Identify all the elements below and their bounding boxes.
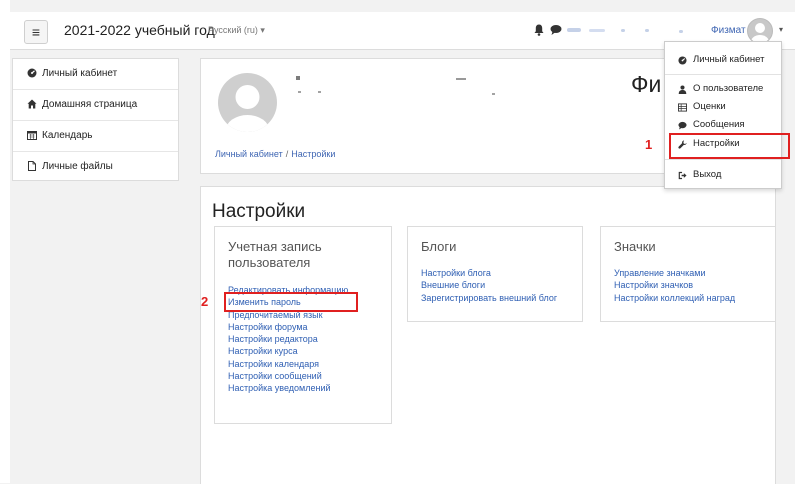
link-forum-preferences[interactable]: Настройки форума [228,321,348,333]
grades-table-icon [678,103,687,112]
link-notification-preferences[interactable]: Настройка уведомлений [228,382,348,394]
section-title: Значки [614,239,656,254]
avatar-silhouette-icon [225,85,270,132]
blurred-profile-name [296,76,495,95]
language-selector[interactable]: Русский (ru) ▾ [208,25,265,36]
left-margin-strip [0,0,10,483]
menu-item-messages[interactable]: Сообщения [665,118,781,133]
menu-item-profile[interactable]: О пользователе [665,82,781,97]
home-icon [27,99,37,109]
link-editor-preferences[interactable]: Настройки редактора [228,333,348,345]
annotation-number-2: 2 [201,294,209,309]
badges-links-list: Управление значками Настройки значков На… [614,267,735,304]
breadcrumb-home-link[interactable]: Личный кабинет [215,149,283,159]
user-dropdown-menu: Личный кабинет О пользователе Оценки Соо… [664,41,782,189]
drawer-item-dashboard[interactable]: Личный кабинет [13,59,178,90]
blogs-links-list: Настройки блога Внешние блоги Зарегистри… [421,267,557,304]
link-manage-badges[interactable]: Управление значками [614,267,735,279]
drawer-item-label: Домашняя страница [42,99,138,110]
profile-name-heading: Фи [631,71,662,97]
hamburger-menu-button[interactable]: ≡ [24,20,48,44]
menu-item-label: О пользователе [693,83,764,94]
page-title: Настройки [212,201,306,222]
highlight-box-preferences [669,133,790,159]
link-backpack-settings[interactable]: Настройки коллекций наград [614,292,735,304]
user-menu-caret[interactable]: ▾ [779,25,783,34]
link-blog-preferences[interactable]: Настройки блога [421,267,557,279]
blurred-user-fullname [567,28,683,33]
user-name-link[interactable]: Физмат [711,25,746,36]
annotation-number-1: 1 [645,137,653,152]
drawer-item-calendar[interactable]: Календарь [13,121,178,152]
profile-avatar [218,73,277,132]
dashboard-icon [678,56,687,65]
user-account-section: Учетная запись пользователя Редактироват… [214,226,392,424]
breadcrumb-current-link[interactable]: Настройки [291,149,335,159]
menu-item-label: Выход [693,169,722,180]
chat-bubble-icon [678,121,687,130]
menu-item-label: Сообщения [693,119,745,130]
menu-item-dashboard[interactable]: Личный кабинет [665,53,781,68]
preferences-card: Настройки Учетная запись пользователя Ре… [200,186,776,484]
menu-divider [665,74,781,75]
dashboard-icon [27,68,37,78]
breadcrumb-separator: / [285,149,289,159]
breadcrumb: Личный кабинет / Настройки [215,149,335,159]
highlight-box-change-password [224,292,358,312]
menu-item-logout[interactable]: Выход [665,168,781,183]
badges-section: Значки Управление значками Настройки зна… [600,226,776,322]
link-course-preferences[interactable]: Настройки курса [228,345,348,357]
link-calendar-preferences[interactable]: Настройки календаря [228,358,348,370]
bell-icon[interactable] [534,24,544,36]
link-message-preferences[interactable]: Настройки сообщений [228,370,348,382]
drawer-item-label: Личные файлы [42,161,113,172]
section-title: Учетная запись пользователя [228,239,322,270]
menu-item-grades[interactable]: Оценки [665,100,781,115]
link-external-blogs[interactable]: Внешние блоги [421,279,557,291]
navigation-drawer: Личный кабинет Домашняя страница Календа… [12,58,179,181]
chat-icon[interactable] [550,24,562,36]
section-title: Блоги [421,239,457,254]
link-badge-preferences[interactable]: Настройки значков [614,279,735,291]
drawer-item-home[interactable]: Домашняя страница [13,90,178,121]
blogs-section: Блоги Настройки блога Внешние блоги Заре… [407,226,583,322]
menu-divider [665,159,781,160]
calendar-icon [27,131,37,140]
drawer-item-label: Личный кабинет [42,68,118,79]
link-register-external-blog[interactable]: Зарегистрировать внешний блог [421,292,557,304]
menu-item-label: Личный кабинет [693,54,765,65]
logout-icon [678,171,687,180]
drawer-item-files[interactable]: Личные файлы [13,152,178,182]
avatar-silhouette-icon [751,23,769,43]
drawer-item-label: Календарь [42,130,93,141]
user-icon [678,85,687,94]
file-icon [28,161,36,171]
site-title[interactable]: 2021-2022 учебный год [64,22,215,38]
menu-item-label: Оценки [693,101,726,112]
